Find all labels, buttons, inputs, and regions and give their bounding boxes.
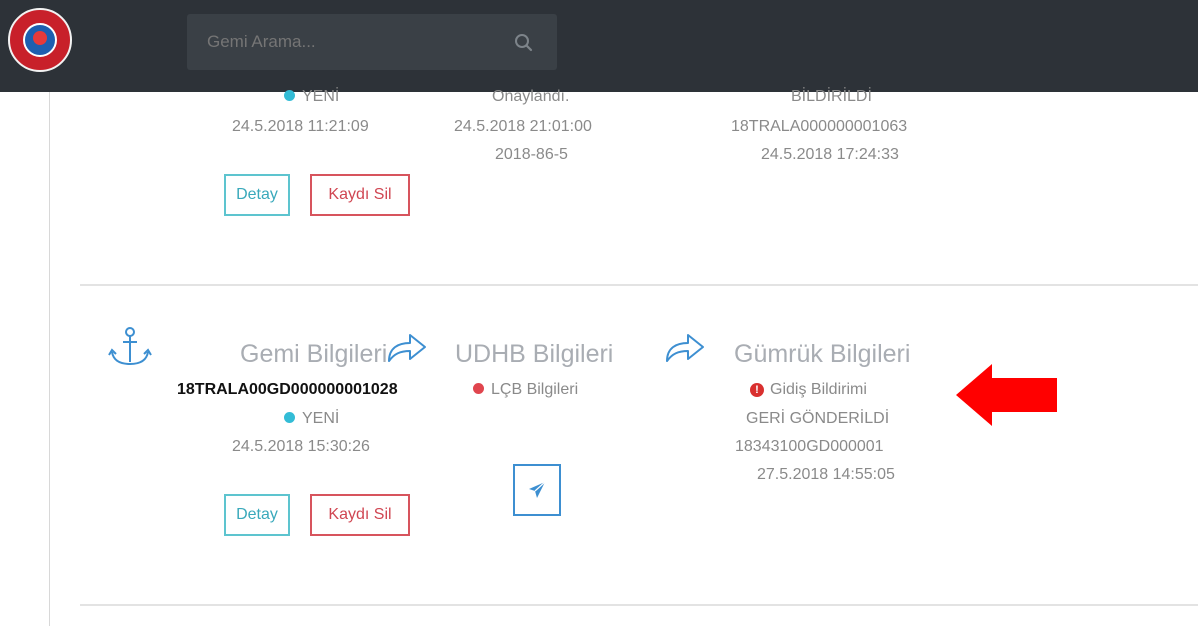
status-text: YENİ	[302, 410, 340, 427]
customs-document-label: Gidiş Bildirimi	[770, 381, 867, 398]
udhb-status: Onaylandı.	[492, 88, 570, 105]
paper-plane-icon	[529, 481, 546, 498]
created-timestamp: 24.5.2018 11:21:09	[232, 118, 369, 135]
search-input[interactable]	[207, 32, 507, 52]
vessel-reference: 18TRALA00GD000000001028	[177, 381, 398, 398]
lcb-info-link[interactable]: LÇB Bilgileri	[473, 381, 578, 399]
customs-status: BİLDİRİLDİ	[791, 88, 872, 105]
udhb-date: 24.5.2018 21:01:00	[454, 118, 592, 135]
search-icon[interactable]	[514, 33, 534, 53]
lcb-status-dot	[473, 383, 484, 394]
share-arrow-icon	[388, 334, 426, 362]
status-dot	[284, 412, 295, 423]
lcb-info-label: LÇB Bilgileri	[491, 381, 579, 398]
status-badge: YENİ	[284, 88, 339, 106]
status-badge: YENİ	[284, 410, 339, 428]
logo-crescent	[33, 31, 47, 45]
status-dot	[284, 90, 295, 101]
detail-button[interactable]: Detay	[224, 494, 290, 536]
customs-ref: 18343100GD000001	[735, 438, 884, 455]
customs-status: GERİ GÖNDERİLDİ	[746, 410, 890, 427]
search-box	[187, 14, 557, 70]
anchor-icon	[108, 327, 152, 366]
delete-record-button[interactable]: Kaydı Sil	[310, 494, 410, 536]
logo-emblem	[23, 23, 57, 57]
share-arrow-icon	[666, 334, 704, 362]
row-divider	[80, 604, 1198, 606]
udhb-ref: 2018-86-5	[495, 146, 568, 163]
send-button[interactable]	[513, 464, 561, 516]
udhb-info-title: UDHB Bilgileri	[455, 340, 614, 368]
detail-button[interactable]: Detay	[224, 174, 290, 216]
ship-info-title: Gemi Bilgileri	[240, 340, 388, 368]
customs-date: 27.5.2018 14:55:05	[757, 466, 895, 483]
sidebar-divider	[49, 92, 50, 626]
created-timestamp: 24.5.2018 15:30:26	[232, 438, 370, 455]
delete-record-button[interactable]: Kaydı Sil	[310, 174, 410, 216]
ministry-logo[interactable]	[8, 8, 72, 72]
row-divider	[80, 284, 1198, 286]
customs-date: 24.5.2018 17:24:33	[761, 146, 899, 163]
customs-ref: 18TRALA000000001063	[731, 118, 908, 135]
status-text: YENİ	[302, 88, 340, 105]
top-navbar	[0, 0, 1198, 92]
customs-info-title: Gümrük Bilgileri	[734, 340, 911, 368]
customs-document: ! Gidiş Bildirimi	[750, 381, 867, 399]
exclamation-circle-icon: !	[750, 383, 764, 397]
red-arrow-annotation	[956, 364, 1057, 426]
